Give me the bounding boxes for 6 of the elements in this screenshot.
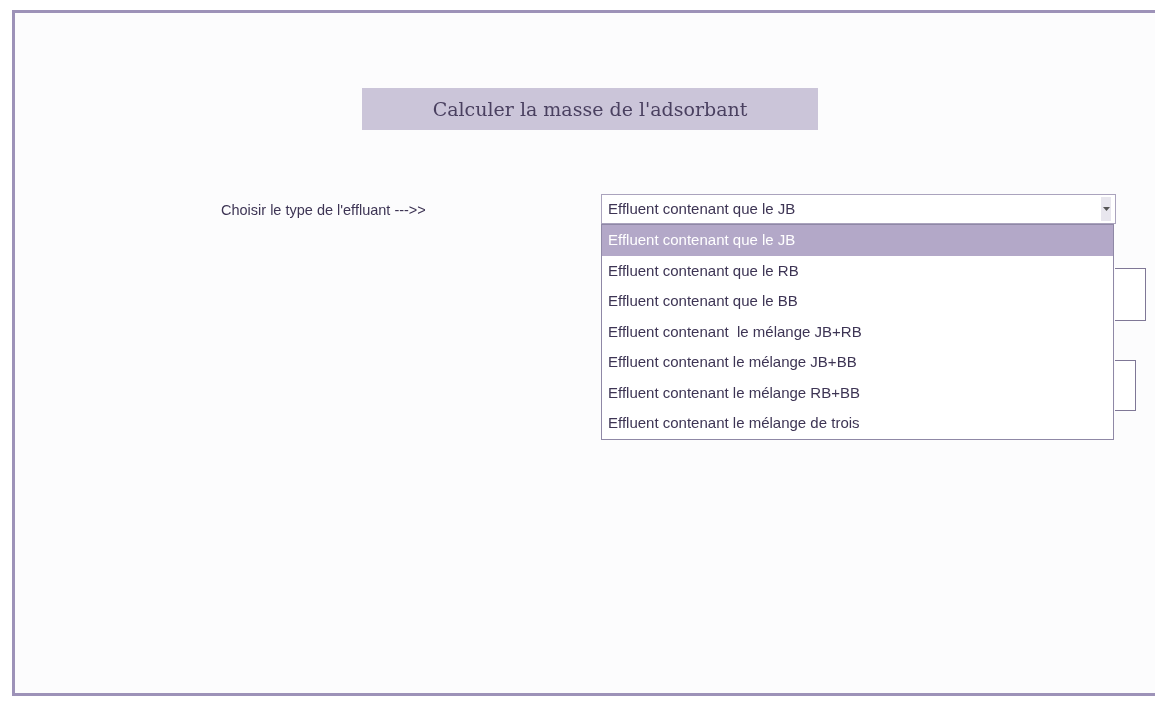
input-field[interactable] <box>1115 268 1146 321</box>
field-label: Choisir le type de l'effluant --->> <box>221 201 427 220</box>
caret-icon <box>1101 197 1111 221</box>
effluent-dropdown[interactable]: Effluent contenant que le JB <box>601 194 1116 224</box>
input-field[interactable] <box>1115 360 1136 411</box>
page-title: Calculer la masse de l'adsorbant <box>362 88 818 130</box>
